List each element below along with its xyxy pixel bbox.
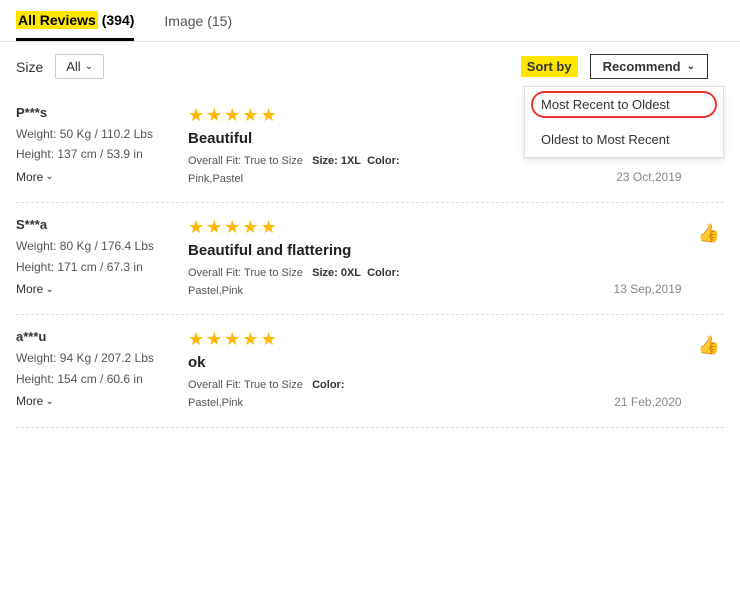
star-rating: ★ ★ ★ ★ ★: [188, 217, 602, 238]
review-content: ★ ★ ★ ★ ★ Beautiful and flattering Overa…: [188, 217, 602, 300]
reviewer-weight: Weight: 80 Kg / 176.4 Lbs: [16, 236, 176, 256]
more-button[interactable]: More ⌄: [16, 167, 54, 187]
review-size-label: Size: 1XL: [312, 155, 361, 167]
chevron-down-icon: ⌄: [45, 168, 53, 185]
reviewer-info: a***u Weight: 94 Kg / 207.2 Lbs Height: …: [16, 329, 176, 412]
review-size-label: Size: 0XL: [312, 267, 361, 279]
star-icon: ★: [261, 105, 277, 126]
more-label: More: [16, 279, 43, 299]
star-icon: ★: [242, 105, 258, 126]
tab-image-label: Image: [164, 13, 203, 29]
sort-by-label: Sort by: [521, 56, 578, 77]
reviewer-info: S***a Weight: 80 Kg / 176.4 Lbs Height: …: [16, 217, 176, 300]
star-icon: ★: [188, 217, 204, 238]
tab-all-reviews[interactable]: All Reviews (394): [16, 12, 134, 41]
tabs-row: All Reviews (394) Image (15): [0, 0, 740, 42]
star-icon: ★: [224, 217, 240, 238]
reviewer-details: Weight: 80 Kg / 176.4 Lbs Height: 171 cm…: [16, 236, 176, 299]
sort-dropdown-menu: Most Recent to Oldest Oldest to Most Rec…: [524, 86, 724, 158]
more-button[interactable]: More ⌄: [16, 391, 54, 411]
star-icon: ★: [261, 329, 277, 350]
sort-dropdown-button[interactable]: Recommend ⌄: [590, 54, 708, 79]
tab-image-reviews[interactable]: Image (15): [164, 13, 232, 41]
star-icon: ★: [188, 105, 204, 126]
review-meta: Overall Fit: True to Size Color: Pastel,…: [188, 377, 602, 412]
star-rating: ★ ★ ★ ★ ★: [188, 329, 602, 350]
reviewer-details: Weight: 50 Kg / 110.2 Lbs Height: 137 cm…: [16, 124, 176, 187]
like-button[interactable]: 👍: [694, 217, 724, 248]
size-label: Size: [16, 59, 43, 75]
review-color-value: Pastel,Pink: [188, 285, 243, 297]
review-date: 13 Sep,2019: [614, 282, 682, 300]
review-color-value: Pink,Pastel: [188, 173, 243, 185]
tab-all-reviews-count: (394): [102, 12, 135, 28]
chevron-down-icon: ⌄: [45, 281, 53, 298]
star-icon: ★: [261, 217, 277, 238]
sort-option-oldest[interactable]: Oldest to Most Recent: [525, 122, 723, 157]
star-icon: ★: [224, 105, 240, 126]
more-button[interactable]: More ⌄: [16, 279, 54, 299]
star-icon: ★: [206, 105, 222, 126]
reviewer-height: Height: 154 cm / 60.6 in: [16, 369, 176, 389]
star-icon: ★: [242, 329, 258, 350]
review-meta: Overall Fit: True to Size Size: 1XL Colo…: [188, 153, 604, 188]
review-item: a***u Weight: 94 Kg / 207.2 Lbs Height: …: [16, 315, 724, 427]
chevron-down-icon: ⌄: [85, 61, 93, 72]
review-title: Beautiful and flattering: [188, 242, 602, 259]
reviewer-height: Height: 171 cm / 67.3 in: [16, 257, 176, 277]
tab-image-count: (15): [207, 13, 232, 29]
review-fit: Overall Fit: True to Size: [188, 155, 303, 167]
review-color-label: Color:: [367, 155, 399, 167]
chevron-down-icon: ⌄: [687, 61, 695, 72]
tab-all-reviews-label: All Reviews: [16, 11, 98, 29]
filter-row: Size All ⌄ Sort by Recommend ⌄ Most Rece…: [0, 42, 740, 91]
reviewer-info: P***s Weight: 50 Kg / 110.2 Lbs Height: …: [16, 105, 176, 188]
review-title: ok: [188, 354, 602, 371]
sort-option-most-recent-label: Most Recent to Oldest: [541, 97, 670, 112]
review-color-value: Pastel,Pink: [188, 397, 243, 409]
star-icon: ★: [206, 329, 222, 350]
review-content: ★ ★ ★ ★ ★ ok Overall Fit: True to Size C…: [188, 329, 602, 412]
more-label: More: [16, 391, 43, 411]
review-meta: Overall Fit: True to Size Size: 0XL Colo…: [188, 265, 602, 300]
reviewer-name: S***a: [16, 217, 176, 232]
sort-option-oldest-label: Oldest to Most Recent: [541, 132, 670, 147]
reviewer-weight: Weight: 50 Kg / 110.2 Lbs: [16, 124, 176, 144]
reviewer-name: a***u: [16, 329, 176, 344]
review-color-label: Color:: [367, 267, 399, 279]
sort-option-most-recent[interactable]: Most Recent to Oldest: [525, 87, 723, 122]
review-fit: Overall Fit: True to Size: [188, 379, 303, 391]
reviewer-height: Height: 137 cm / 53.9 in: [16, 144, 176, 164]
sort-button-label: Recommend: [603, 59, 681, 74]
like-button[interactable]: 👍: [694, 329, 724, 360]
review-date: 21 Feb,2020: [614, 395, 681, 413]
review-color-label: Color:: [312, 379, 344, 391]
review-date: 23 Oct,2019: [616, 170, 681, 188]
star-icon: ★: [224, 329, 240, 350]
size-select[interactable]: All ⌄: [55, 54, 104, 79]
reviewer-details: Weight: 94 Kg / 207.2 Lbs Height: 154 cm…: [16, 348, 176, 411]
star-icon: ★: [242, 217, 258, 238]
reviewer-weight: Weight: 94 Kg / 207.2 Lbs: [16, 348, 176, 368]
review-fit: Overall Fit: True to Size: [188, 267, 303, 279]
reviewer-name: P***s: [16, 105, 176, 120]
star-icon: ★: [188, 329, 204, 350]
chevron-down-icon: ⌄: [45, 393, 53, 410]
star-icon: ★: [206, 217, 222, 238]
review-item: S***a Weight: 80 Kg / 176.4 Lbs Height: …: [16, 203, 724, 315]
more-label: More: [16, 167, 43, 187]
size-value: All: [66, 59, 80, 74]
